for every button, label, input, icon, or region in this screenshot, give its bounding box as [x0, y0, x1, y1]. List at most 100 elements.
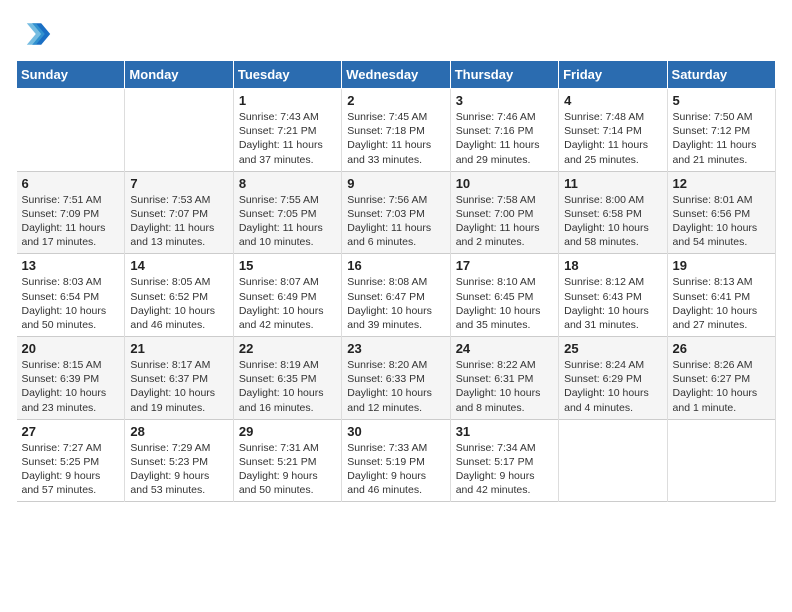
- calendar-cell: 25 Sunrise: 8:24 AMSunset: 6:29 PMDayligh…: [559, 337, 667, 420]
- calendar-table: SundayMondayTuesdayWednesdayThursdayFrid…: [16, 60, 776, 502]
- day-info: Sunrise: 7:29 AMSunset: 5:23 PMDaylight:…: [130, 441, 227, 498]
- day-info: Sunrise: 7:45 AMSunset: 7:18 PMDaylight:…: [347, 110, 444, 167]
- header-day: Thursday: [450, 61, 558, 89]
- day-number: 19: [673, 258, 770, 273]
- calendar-cell: 8 Sunrise: 7:55 AMSunset: 7:05 PMDaylight…: [233, 171, 341, 254]
- day-number: 11: [564, 176, 661, 191]
- calendar-cell: 26Sunrise: 8:26 AMSunset: 6:27 PMDayligh…: [667, 337, 775, 420]
- calendar-cell: 5 Sunrise: 7:50 AMSunset: 7:12 PMDaylight…: [667, 89, 775, 172]
- header: [16, 16, 776, 52]
- calendar-cell: 7 Sunrise: 7:53 AMSunset: 7:07 PMDaylight…: [125, 171, 233, 254]
- calendar-cell: 2 Sunrise: 7:45 AMSunset: 7:18 PMDaylight…: [342, 89, 450, 172]
- day-number: 5: [673, 93, 770, 108]
- calendar-week: 27 Sunrise: 7:27 AMSunset: 5:25 PMDayligh…: [17, 419, 776, 502]
- calendar-cell: [667, 419, 775, 502]
- day-number: 6: [22, 176, 120, 191]
- calendar-cell: 31 Sunrise: 7:34 AMSunset: 5:17 PMDayligh…: [450, 419, 558, 502]
- day-info: Sunrise: 7:55 AMSunset: 7:05 PMDaylight:…: [239, 193, 336, 250]
- calendar-cell: 27 Sunrise: 7:27 AMSunset: 5:25 PMDayligh…: [17, 419, 125, 502]
- day-info: Sunrise: 7:51 AMSunset: 7:09 PMDaylight:…: [22, 193, 120, 250]
- day-info: Sunrise: 8:22 AMSunset: 6:31 PMDaylight:…: [456, 358, 553, 415]
- calendar-cell: 23 Sunrise: 8:20 AMSunset: 6:33 PMDayligh…: [342, 337, 450, 420]
- calendar-cell: 9 Sunrise: 7:56 AMSunset: 7:03 PMDaylight…: [342, 171, 450, 254]
- day-info: Sunrise: 7:27 AMSunset: 5:25 PMDaylight:…: [22, 441, 120, 498]
- page-container: SundayMondayTuesdayWednesdayThursdayFrid…: [16, 16, 776, 502]
- day-number: 4: [564, 93, 661, 108]
- calendar-cell: 15 Sunrise: 8:07 AMSunset: 6:49 PMDayligh…: [233, 254, 341, 337]
- calendar-cell: 30 Sunrise: 7:33 AMSunset: 5:19 PMDayligh…: [342, 419, 450, 502]
- calendar-cell: 29Sunrise: 7:31 AMSunset: 5:21 PMDayligh…: [233, 419, 341, 502]
- day-info: Sunrise: 8:03 AMSunset: 6:54 PMDaylight:…: [22, 275, 120, 332]
- day-number: 2: [347, 93, 444, 108]
- day-info: Sunrise: 7:53 AMSunset: 7:07 PMDaylight:…: [130, 193, 227, 250]
- day-info: Sunrise: 8:17 AMSunset: 6:37 PMDaylight:…: [130, 358, 227, 415]
- day-number: 9: [347, 176, 444, 191]
- header-day: Friday: [559, 61, 667, 89]
- calendar-week: 1 Sunrise: 7:43 AMSunset: 7:21 PMDaylight…: [17, 89, 776, 172]
- day-info: Sunrise: 8:12 AMSunset: 6:43 PMDaylight:…: [564, 275, 661, 332]
- day-number: 10: [456, 176, 553, 191]
- day-number: 20: [22, 341, 120, 356]
- day-info: Sunrise: 7:33 AMSunset: 5:19 PMDaylight:…: [347, 441, 444, 498]
- day-number: 1: [239, 93, 336, 108]
- day-info: Sunrise: 8:07 AMSunset: 6:49 PMDaylight:…: [239, 275, 336, 332]
- calendar-cell: 22Sunrise: 8:19 AMSunset: 6:35 PMDayligh…: [233, 337, 341, 420]
- day-info: Sunrise: 8:10 AMSunset: 6:45 PMDaylight:…: [456, 275, 553, 332]
- day-number: 21: [130, 341, 227, 356]
- day-number: 30: [347, 424, 444, 439]
- calendar-cell: [559, 419, 667, 502]
- day-number: 8: [239, 176, 336, 191]
- calendar-cell: 14 Sunrise: 8:05 AMSunset: 6:52 PMDayligh…: [125, 254, 233, 337]
- calendar-cell: 20 Sunrise: 8:15 AMSunset: 6:39 PMDayligh…: [17, 337, 125, 420]
- calendar-week: 13Sunrise: 8:03 AMSunset: 6:54 PMDayligh…: [17, 254, 776, 337]
- calendar-cell: 6 Sunrise: 7:51 AMSunset: 7:09 PMDaylight…: [17, 171, 125, 254]
- logo: [16, 16, 56, 52]
- day-number: 17: [456, 258, 553, 273]
- day-number: 25: [564, 341, 661, 356]
- calendar-cell: 1 Sunrise: 7:43 AMSunset: 7:21 PMDaylight…: [233, 89, 341, 172]
- day-number: 15: [239, 258, 336, 273]
- calendar-cell: 10Sunrise: 7:58 AMSunset: 7:00 PMDayligh…: [450, 171, 558, 254]
- logo-icon: [16, 16, 52, 52]
- day-info: Sunrise: 7:50 AMSunset: 7:12 PMDaylight:…: [673, 110, 770, 167]
- day-number: 31: [456, 424, 553, 439]
- header-day: Tuesday: [233, 61, 341, 89]
- day-number: 18: [564, 258, 661, 273]
- calendar-week: 20 Sunrise: 8:15 AMSunset: 6:39 PMDayligh…: [17, 337, 776, 420]
- calendar-cell: [17, 89, 125, 172]
- calendar-cell: 18 Sunrise: 8:12 AMSunset: 6:43 PMDayligh…: [559, 254, 667, 337]
- header-day: Saturday: [667, 61, 775, 89]
- day-number: 27: [22, 424, 120, 439]
- day-number: 3: [456, 93, 553, 108]
- day-number: 12: [673, 176, 770, 191]
- calendar-cell: 4Sunrise: 7:48 AMSunset: 7:14 PMDaylight…: [559, 89, 667, 172]
- calendar-cell: 19Sunrise: 8:13 AMSunset: 6:41 PMDayligh…: [667, 254, 775, 337]
- calendar-cell: 24 Sunrise: 8:22 AMSunset: 6:31 PMDayligh…: [450, 337, 558, 420]
- day-info: Sunrise: 7:34 AMSunset: 5:17 PMDaylight:…: [456, 441, 553, 498]
- day-info: Sunrise: 8:05 AMSunset: 6:52 PMDaylight:…: [130, 275, 227, 332]
- calendar-cell: 28 Sunrise: 7:29 AMSunset: 5:23 PMDayligh…: [125, 419, 233, 502]
- day-info: Sunrise: 8:08 AMSunset: 6:47 PMDaylight:…: [347, 275, 444, 332]
- day-info: Sunrise: 7:31 AMSunset: 5:21 PMDaylight:…: [239, 441, 336, 498]
- day-info: Sunrise: 7:56 AMSunset: 7:03 PMDaylight:…: [347, 193, 444, 250]
- day-number: 14: [130, 258, 227, 273]
- day-number: 16: [347, 258, 444, 273]
- day-info: Sunrise: 8:01 AMSunset: 6:56 PMDaylight:…: [673, 193, 770, 250]
- day-info: Sunrise: 8:24 AMSunset: 6:29 PMDaylight:…: [564, 358, 661, 415]
- day-number: 23: [347, 341, 444, 356]
- day-info: Sunrise: 7:46 AMSunset: 7:16 PMDaylight:…: [456, 110, 553, 167]
- header-day: Monday: [125, 61, 233, 89]
- day-info: Sunrise: 8:00 AMSunset: 6:58 PMDaylight:…: [564, 193, 661, 250]
- day-info: Sunrise: 7:43 AMSunset: 7:21 PMDaylight:…: [239, 110, 336, 167]
- calendar-cell: 3 Sunrise: 7:46 AMSunset: 7:16 PMDaylight…: [450, 89, 558, 172]
- calendar-cell: 13Sunrise: 8:03 AMSunset: 6:54 PMDayligh…: [17, 254, 125, 337]
- calendar-cell: 16 Sunrise: 8:08 AMSunset: 6:47 PMDayligh…: [342, 254, 450, 337]
- day-info: Sunrise: 8:20 AMSunset: 6:33 PMDaylight:…: [347, 358, 444, 415]
- header-day: Sunday: [17, 61, 125, 89]
- calendar-cell: 17 Sunrise: 8:10 AMSunset: 6:45 PMDayligh…: [450, 254, 558, 337]
- day-info: Sunrise: 8:15 AMSunset: 6:39 PMDaylight:…: [22, 358, 120, 415]
- day-number: 24: [456, 341, 553, 356]
- calendar-cell: [125, 89, 233, 172]
- day-number: 7: [130, 176, 227, 191]
- day-number: 28: [130, 424, 227, 439]
